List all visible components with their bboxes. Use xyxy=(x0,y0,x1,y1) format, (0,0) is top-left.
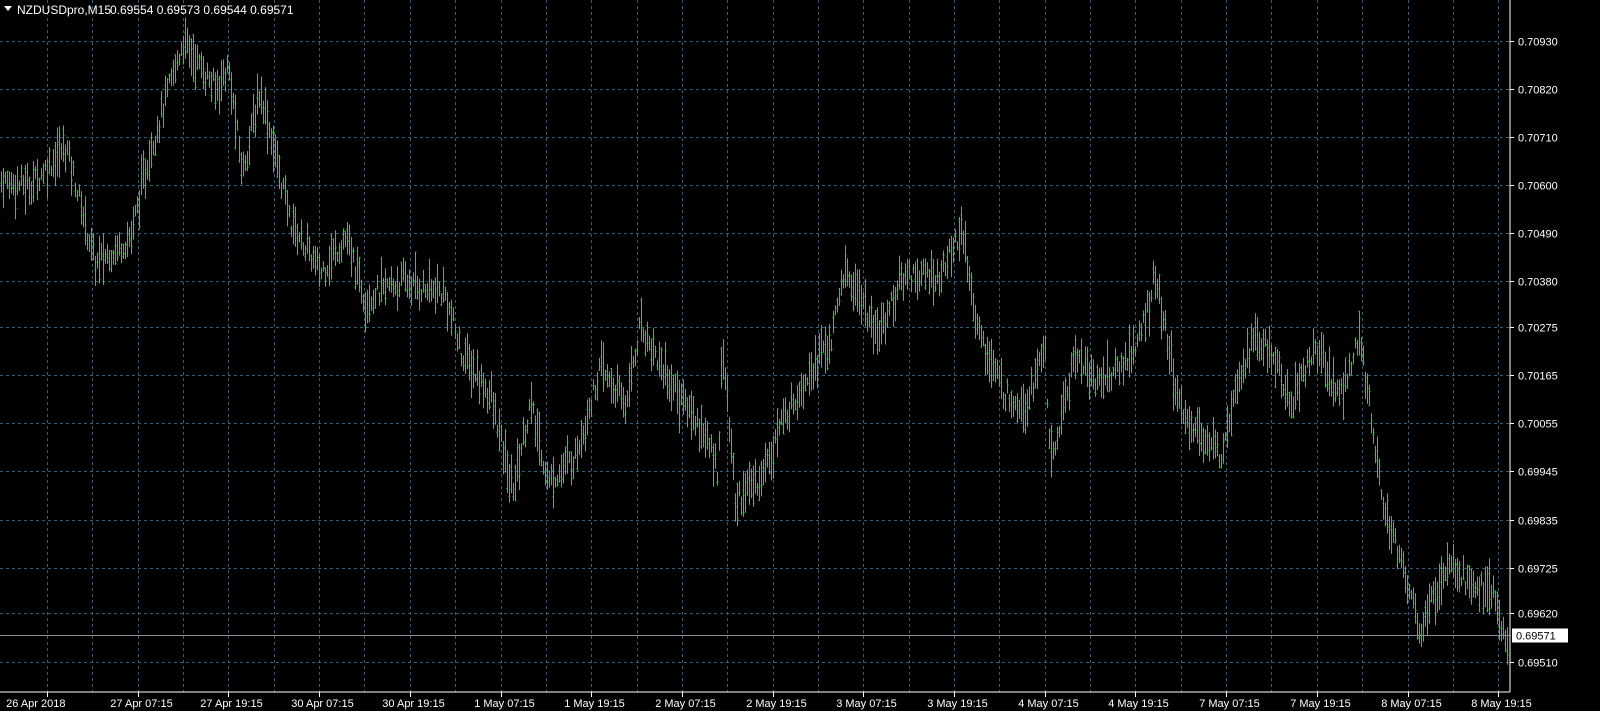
y-tick-label: 0.70490 xyxy=(1518,229,1558,241)
x-tick-label: 2 May 07:15 xyxy=(655,698,716,710)
x-tick-label: 26 Apr 2018 xyxy=(6,698,65,710)
x-tick-label: 3 May 07:15 xyxy=(836,698,897,710)
x-tick-label: 3 May 19:15 xyxy=(927,698,988,710)
y-tick-label: 0.70055 xyxy=(1518,419,1558,431)
y-tick-label: 0.70165 xyxy=(1518,371,1558,383)
y-tick-label: 0.70820 xyxy=(1518,85,1558,97)
y-tick-label: 0.69725 xyxy=(1518,564,1558,576)
y-tick-label: 0.69620 xyxy=(1518,609,1558,621)
symbol-label: NZDUSDpro,M15 xyxy=(17,3,111,17)
x-tick-label: 30 Apr 19:15 xyxy=(382,698,444,710)
y-tick-label: 0.70600 xyxy=(1518,181,1558,193)
x-tick-label: 27 Apr 19:15 xyxy=(200,698,262,710)
x-tick-label: 1 May 19:15 xyxy=(564,698,625,710)
chart-header: NZDUSDpro,M15 0.69554 0.69573 0.69544 0.… xyxy=(4,3,294,17)
x-tick-label: 2 May 19:15 xyxy=(746,698,807,710)
current-price-label: 0.69571 xyxy=(1516,631,1556,643)
y-tick-label: 0.70930 xyxy=(1518,37,1558,49)
price-chart[interactable]: 0.70930 0.70820 0.70710 0.70600 0.70490 0.703… xyxy=(0,0,1600,711)
x-tick-label: 7 May 19:15 xyxy=(1290,698,1351,710)
x-tick-label: 7 May 07:15 xyxy=(1199,698,1260,710)
chart-canvas[interactable]: 0.70930 0.70820 0.70710 0.70600 0.70490 0.703… xyxy=(0,0,1600,711)
x-tick-label: 4 May 19:15 xyxy=(1108,698,1169,710)
y-tick-label: 0.69510 xyxy=(1518,658,1558,670)
x-tick-label: 8 May 07:15 xyxy=(1381,698,1442,710)
y-tick-label: 0.69945 xyxy=(1518,467,1558,479)
y-tick-label: 0.70275 xyxy=(1518,323,1558,335)
x-tick-label: 30 Apr 07:15 xyxy=(291,698,353,710)
y-tick-label: 0.70380 xyxy=(1518,277,1558,289)
y-tick-label: 0.69835 xyxy=(1518,516,1558,528)
x-tick-label: 4 May 07:15 xyxy=(1018,698,1079,710)
x-tick-label: 1 May 07:15 xyxy=(474,698,535,710)
x-tick-label: 8 May 19:15 xyxy=(1471,698,1532,710)
y-tick-label: 0.70710 xyxy=(1518,133,1558,145)
x-tick-label: 27 Apr 07:15 xyxy=(110,698,172,710)
current-price-tag: 0.69571 xyxy=(1512,628,1568,643)
ohlc-values: 0.69554 0.69573 0.69544 0.69571 xyxy=(110,3,294,17)
